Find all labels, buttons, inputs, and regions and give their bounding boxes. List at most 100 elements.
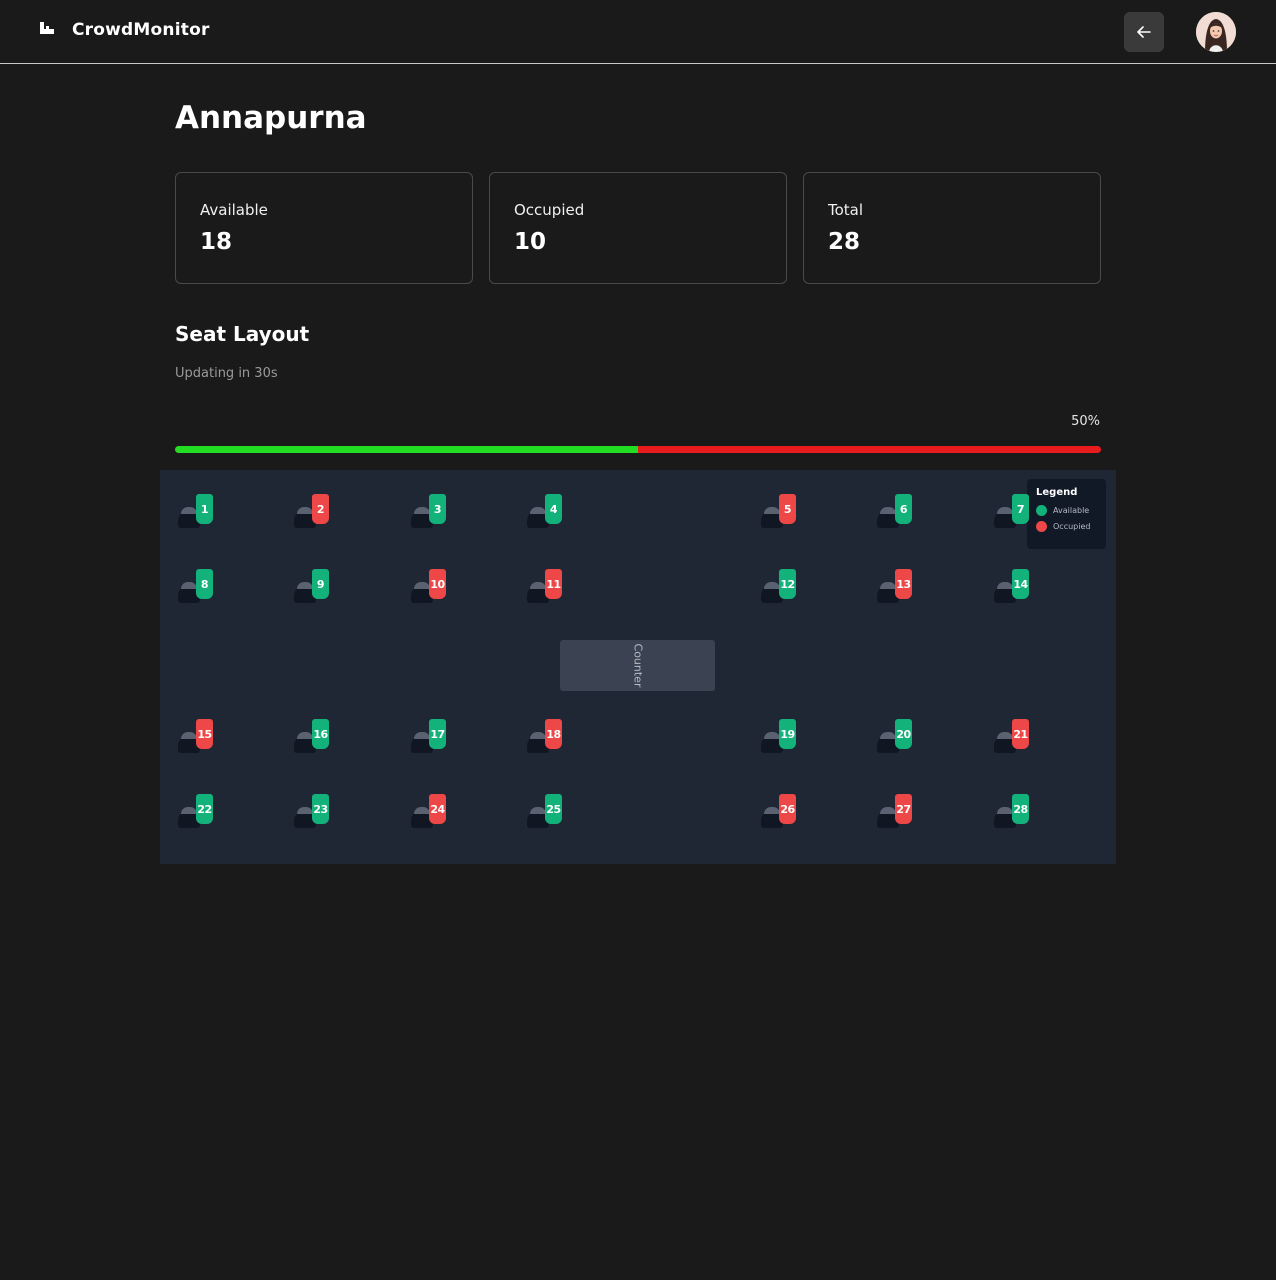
- seat-number: 25: [545, 794, 562, 824]
- seat-23[interactable]: 23: [294, 794, 334, 830]
- seat-number: 2: [312, 494, 329, 524]
- seat-armrest: [997, 732, 1013, 739]
- seat-armrest: [181, 807, 197, 814]
- seat-1[interactable]: 1: [178, 494, 218, 530]
- seat-armrest: [181, 507, 197, 514]
- seat-10[interactable]: 10: [411, 569, 451, 605]
- seat-25[interactable]: 25: [527, 794, 567, 830]
- seat-number: 20: [895, 719, 912, 749]
- seat-11[interactable]: 11: [527, 569, 567, 605]
- seat-number: 11: [545, 569, 562, 599]
- seat-number: 15: [196, 719, 213, 749]
- user-avatar[interactable]: [1196, 12, 1236, 52]
- seat-8[interactable]: 8: [178, 569, 218, 605]
- seat-number: 19: [779, 719, 796, 749]
- seat-28[interactable]: 28: [994, 794, 1034, 830]
- stat-value: 18: [200, 229, 233, 255]
- seat-armrest: [414, 507, 430, 514]
- seat-number: 23: [312, 794, 329, 824]
- seat-22[interactable]: 22: [178, 794, 218, 830]
- stat-value: 10: [514, 229, 547, 255]
- seat-9[interactable]: 9: [294, 569, 334, 605]
- section-title: Seat Layout: [175, 322, 310, 346]
- seat-number: 4: [545, 494, 562, 524]
- seat-14[interactable]: 14: [994, 569, 1034, 605]
- seat-number: 13: [895, 569, 912, 599]
- seat-7[interactable]: 7: [994, 494, 1034, 530]
- seat-number: 16: [312, 719, 329, 749]
- seat-map: Counter Legend Available Occupied 123456…: [160, 470, 1116, 864]
- seat-armrest: [414, 807, 430, 814]
- legend: Legend Available Occupied: [1027, 479, 1106, 549]
- seat-number: 21: [1012, 719, 1029, 749]
- seat-19[interactable]: 19: [761, 719, 801, 755]
- occupancy-bar: [175, 446, 1101, 453]
- brand-name: CrowdMonitor: [72, 20, 210, 40]
- seat-20[interactable]: 20: [877, 719, 917, 755]
- seat-number: 1: [196, 494, 213, 524]
- seat-armrest: [530, 807, 546, 814]
- seat-number: 14: [1012, 569, 1029, 599]
- seat-armrest: [297, 807, 313, 814]
- seat-13[interactable]: 13: [877, 569, 917, 605]
- seat-armrest: [297, 507, 313, 514]
- seat-27[interactable]: 27: [877, 794, 917, 830]
- seat-armrest: [764, 732, 780, 739]
- counter-label: Counter: [631, 643, 644, 688]
- seat-number: 7: [1012, 494, 1029, 524]
- stat-value: 28: [828, 229, 861, 255]
- seat-number: 9: [312, 569, 329, 599]
- seat-12[interactable]: 12: [761, 569, 801, 605]
- legend-item-occupied: Occupied: [1036, 518, 1106, 534]
- seat-armrest: [414, 582, 430, 589]
- seat-number: 28: [1012, 794, 1029, 824]
- top-navigation-bar: CrowdMonitor: [0, 0, 1276, 64]
- page-title: Annapurna: [175, 100, 367, 136]
- seat-armrest: [530, 507, 546, 514]
- seat-16[interactable]: 16: [294, 719, 334, 755]
- legend-item-available: Available: [1036, 502, 1106, 518]
- seat-18[interactable]: 18: [527, 719, 567, 755]
- seat-21[interactable]: 21: [994, 719, 1034, 755]
- legend-label: Occupied: [1053, 521, 1091, 531]
- arrow-left-icon: [1137, 26, 1151, 38]
- seat-armrest: [997, 807, 1013, 814]
- seat-armrest: [530, 582, 546, 589]
- seat-number: 3: [429, 494, 446, 524]
- stat-label: Occupied: [514, 201, 585, 219]
- counter: Counter: [560, 640, 715, 691]
- legend-title: Legend: [1036, 487, 1078, 498]
- brand[interactable]: CrowdMonitor: [40, 20, 210, 40]
- stat-card-occupied: Occupied 10: [489, 172, 787, 284]
- seat-armrest: [880, 807, 896, 814]
- seat-number: 18: [545, 719, 562, 749]
- stat-card-total: Total 28: [803, 172, 1101, 284]
- seat-armrest: [414, 732, 430, 739]
- seat-armrest: [880, 732, 896, 739]
- seat-17[interactable]: 17: [411, 719, 451, 755]
- seat-armrest: [181, 582, 197, 589]
- seat-armrest: [997, 582, 1013, 589]
- stat-label: Available: [200, 201, 268, 219]
- seat-armrest: [880, 582, 896, 589]
- brand-logo-icon: [40, 22, 56, 38]
- seat-4[interactable]: 4: [527, 494, 567, 530]
- seat-2[interactable]: 2: [294, 494, 334, 530]
- seat-number: 22: [196, 794, 213, 824]
- seat-armrest: [880, 507, 896, 514]
- update-countdown: Updating in 30s: [175, 366, 278, 381]
- stat-card-available: Available 18: [175, 172, 473, 284]
- back-button[interactable]: [1124, 12, 1164, 52]
- seat-24[interactable]: 24: [411, 794, 451, 830]
- seat-26[interactable]: 26: [761, 794, 801, 830]
- seat-6[interactable]: 6: [877, 494, 917, 530]
- seat-15[interactable]: 15: [178, 719, 218, 755]
- seat-3[interactable]: 3: [411, 494, 451, 530]
- seat-number: 24: [429, 794, 446, 824]
- seat-armrest: [764, 507, 780, 514]
- available-dot-icon: [1036, 504, 1047, 516]
- seat-5[interactable]: 5: [761, 494, 801, 530]
- seat-number: 10: [429, 569, 446, 599]
- seat-armrest: [764, 807, 780, 814]
- seat-number: 17: [429, 719, 446, 749]
